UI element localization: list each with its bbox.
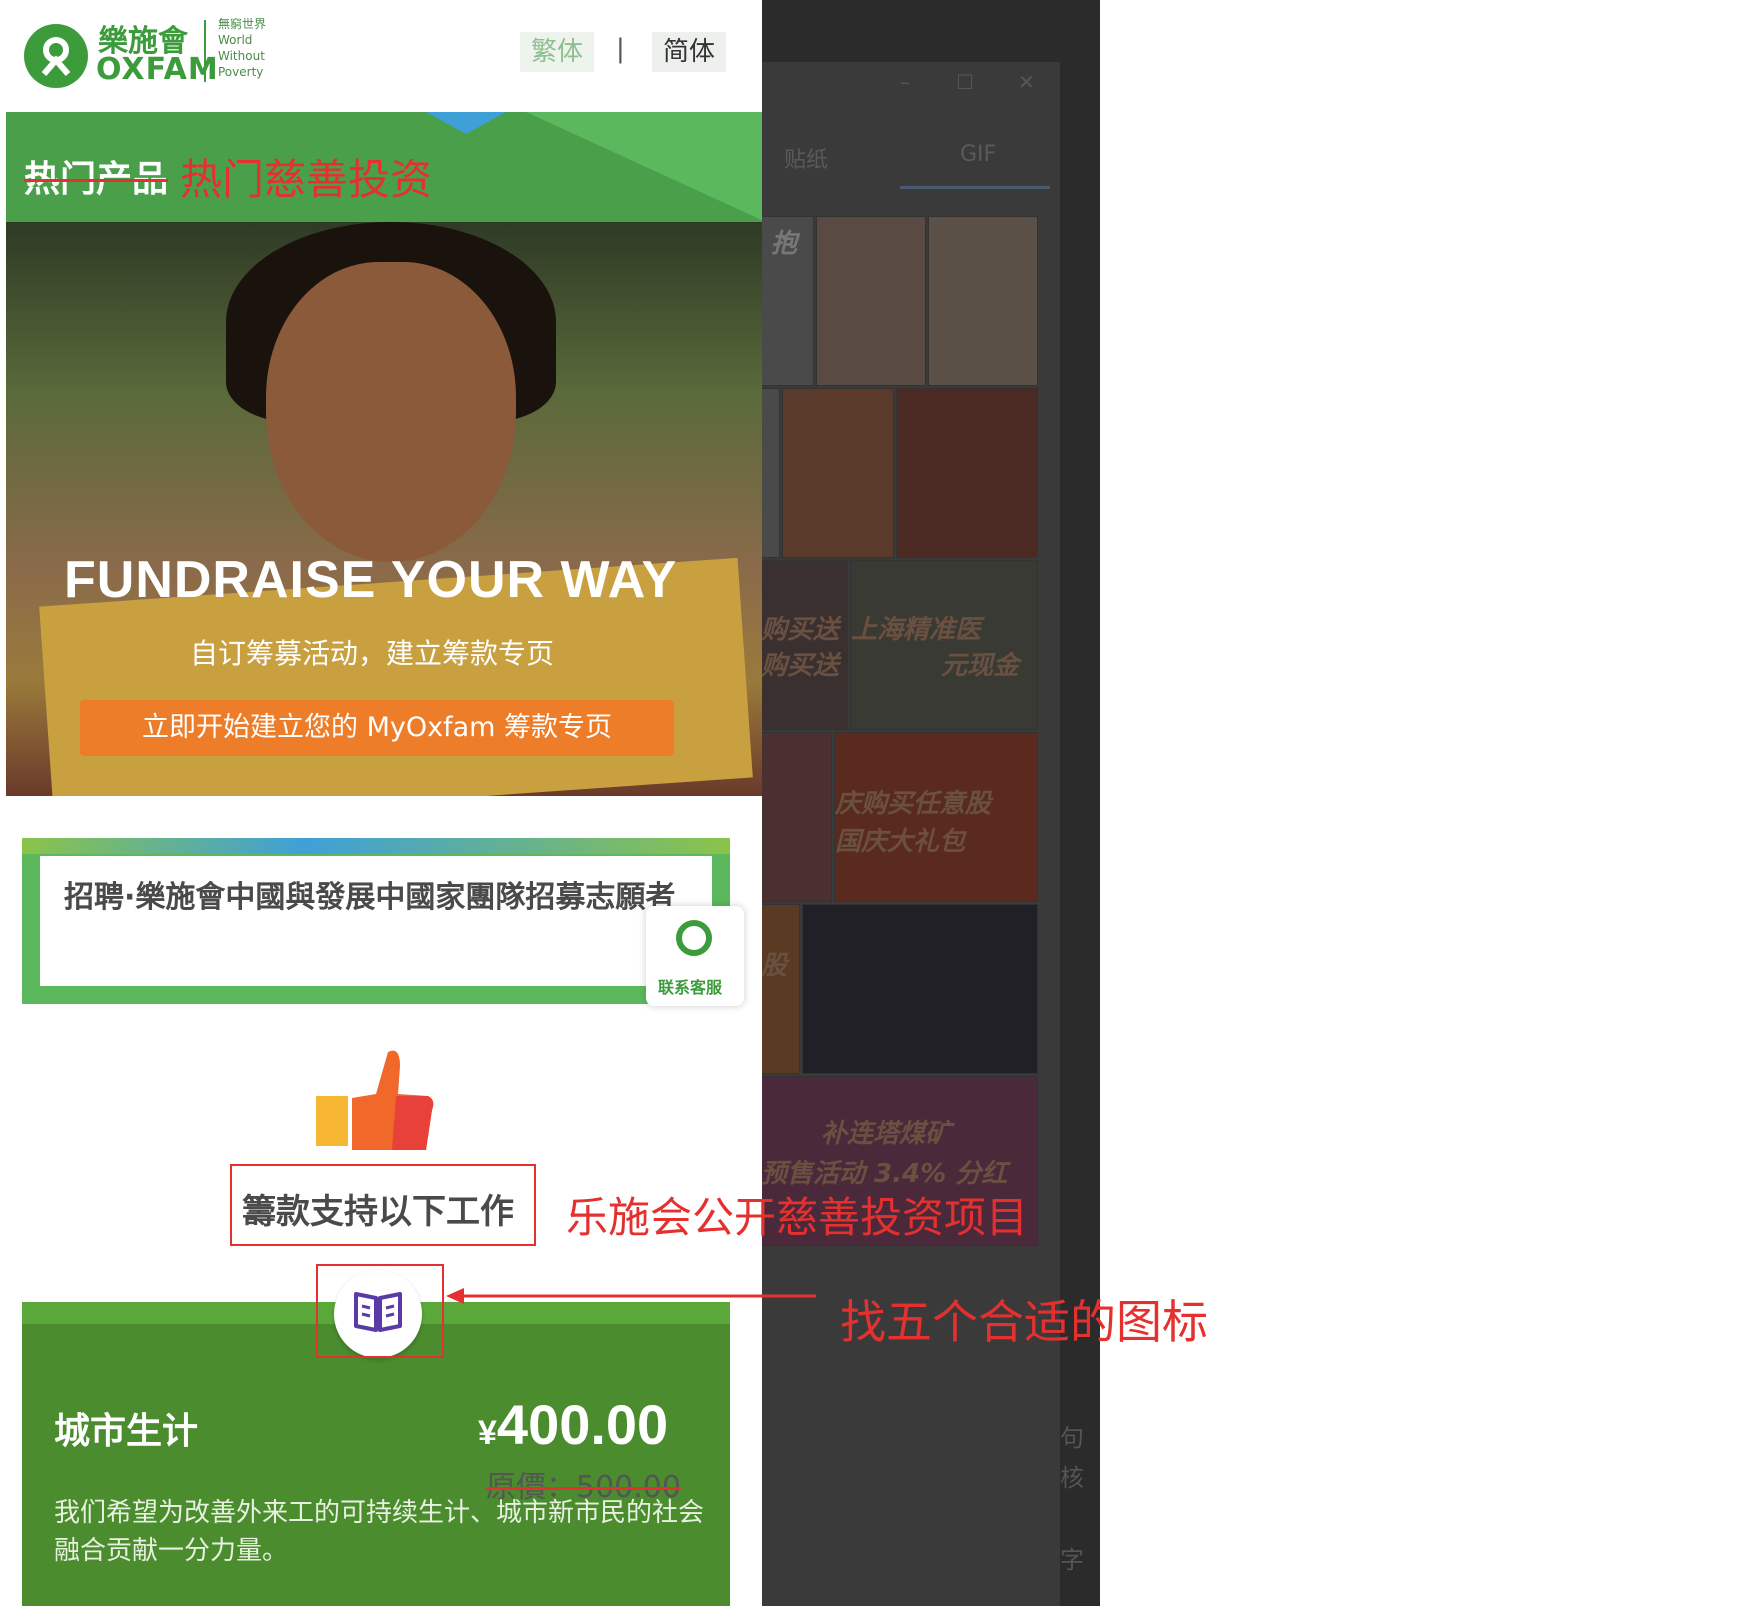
sticker-tile[interactable]	[760, 732, 832, 902]
mobile-page: 樂施會 OXFAM 無窮世界 World Without Poverty 繁体 …	[0, 0, 762, 1606]
sticker-tile[interactable]: 股	[760, 904, 800, 1074]
project-description: 我们希望为改善外来工的可持续生计、城市新市民的社会融合贡献一分力量。	[54, 1498, 705, 1566]
project-title: 城市生计	[54, 1411, 199, 1452]
sticker-tile[interactable]: 抱	[760, 216, 814, 386]
oxfam-logo-icon[interactable]	[24, 24, 88, 88]
sticker-tile[interactable]	[896, 388, 1038, 558]
section-title-annotation: 热门慈善投资	[180, 155, 433, 204]
price-value: 400.00	[496, 1393, 669, 1456]
annotation-fund-projects: 乐施会公开慈善投资项目	[566, 1193, 1029, 1242]
recruit-text[interactable]: 招聘·樂施會中國與發展中國家團隊招募志願者	[64, 876, 704, 920]
side-text: 句	[1060, 1424, 1084, 1452]
sticker-tile[interactable]: 上海精准医 元现金	[850, 560, 1038, 730]
maximize-icon[interactable]: ☐	[956, 70, 974, 94]
logo-english-name[interactable]: OXFAM	[96, 52, 219, 87]
minimize-icon[interactable]: –	[900, 70, 910, 94]
create-fundraising-page-button[interactable]: 立即开始建立您的 MyOxfam 筹款专页	[80, 700, 674, 756]
tab-gif[interactable]: GIF	[960, 142, 996, 167]
section-title-struck: 热门产品	[24, 159, 169, 200]
arrow-left-icon	[446, 1288, 816, 1304]
lang-simplified-button[interactable]: 简体	[652, 32, 726, 72]
sticker-tile[interactable]	[782, 388, 894, 558]
close-icon[interactable]: ✕	[1018, 70, 1035, 94]
logo-divider	[204, 20, 206, 82]
icon-highlight-box	[316, 1264, 444, 1358]
tab-indicator	[900, 186, 1050, 189]
hero-subtitle: 自订筹募活动，建立筹款专页	[190, 637, 555, 670]
annotation-find-icons: 找五个合适的图标	[840, 1295, 1208, 1349]
hero-title: FUNDRAISE YOUR WAY	[64, 551, 678, 609]
fund-label: 籌款支持以下工作	[242, 1192, 514, 1232]
sticker-tile[interactable]	[802, 904, 1038, 1074]
project-price: ¥400.00	[478, 1392, 668, 1457]
customer-service-label: 联系客服	[658, 978, 723, 997]
currency-symbol: ¥	[478, 1414, 497, 1452]
lang-separator: |	[616, 34, 625, 64]
side-text: 核	[1060, 1464, 1084, 1492]
oxfam-person-icon	[676, 920, 712, 956]
sticker-tile[interactable]	[816, 216, 926, 386]
sticker-tile[interactable]	[928, 216, 1038, 386]
background-tabs: 贴纸 GIF	[760, 130, 1060, 190]
background-app-window: – ☐ ✕ 贴纸 GIF 抱 购买送 购买送 上海精准医 元现金 庆购买任意股 …	[760, 0, 1100, 1606]
sticker-tile[interactable]: 购买送 购买送	[760, 560, 848, 730]
tab-stickers[interactable]: 贴纸	[784, 142, 828, 174]
logo-tagline: 無窮世界 World Without Poverty	[218, 17, 267, 79]
lang-traditional-button[interactable]: 繁体	[520, 32, 594, 72]
side-text: 字	[1060, 1546, 1084, 1574]
thumbs-up-icon	[316, 1050, 434, 1150]
sticker-tile[interactable]	[760, 388, 780, 558]
sticker-tile[interactable]: 庆购买任意股 国庆大礼包	[834, 732, 1038, 902]
